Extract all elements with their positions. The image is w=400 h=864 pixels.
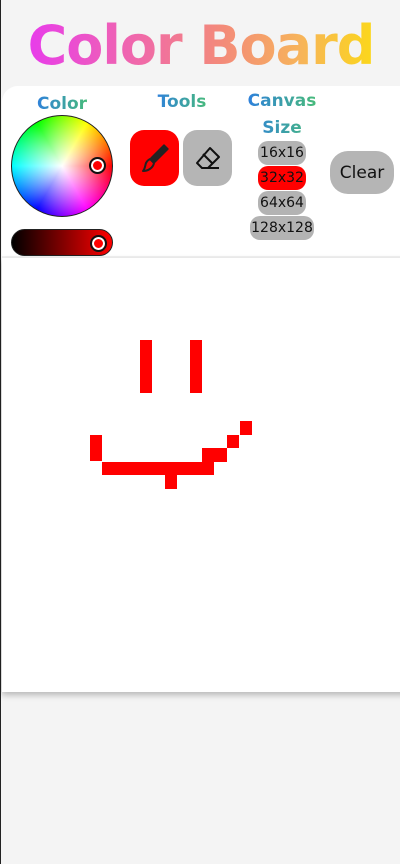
color-label: Color (31, 91, 93, 117)
canvas-size-64[interactable]: 64x64 (258, 191, 306, 215)
brush-icon (141, 144, 169, 172)
brightness-slider-handle[interactable] (90, 235, 107, 252)
drawing-canvas[interactable] (2, 258, 400, 692)
eraser-tool-button[interactable] (183, 130, 232, 186)
tools-label: Tools (151, 89, 213, 115)
size-label: Size (241, 115, 323, 141)
canvas-size-128[interactable]: 128x128 (250, 216, 314, 240)
canvas-size-16[interactable]: 16x16 (258, 141, 306, 165)
eraser-icon (195, 147, 220, 169)
color-wheel-handle[interactable] (89, 157, 106, 174)
pixel-drawing (90, 340, 252, 489)
app-title: Color Board (1, 10, 400, 82)
canvas-label: Canvas (241, 88, 323, 114)
brush-tool-button[interactable] (130, 130, 179, 186)
canvas-size-32[interactable]: 32x32 (258, 166, 306, 190)
clear-button[interactable]: Clear (330, 151, 394, 194)
